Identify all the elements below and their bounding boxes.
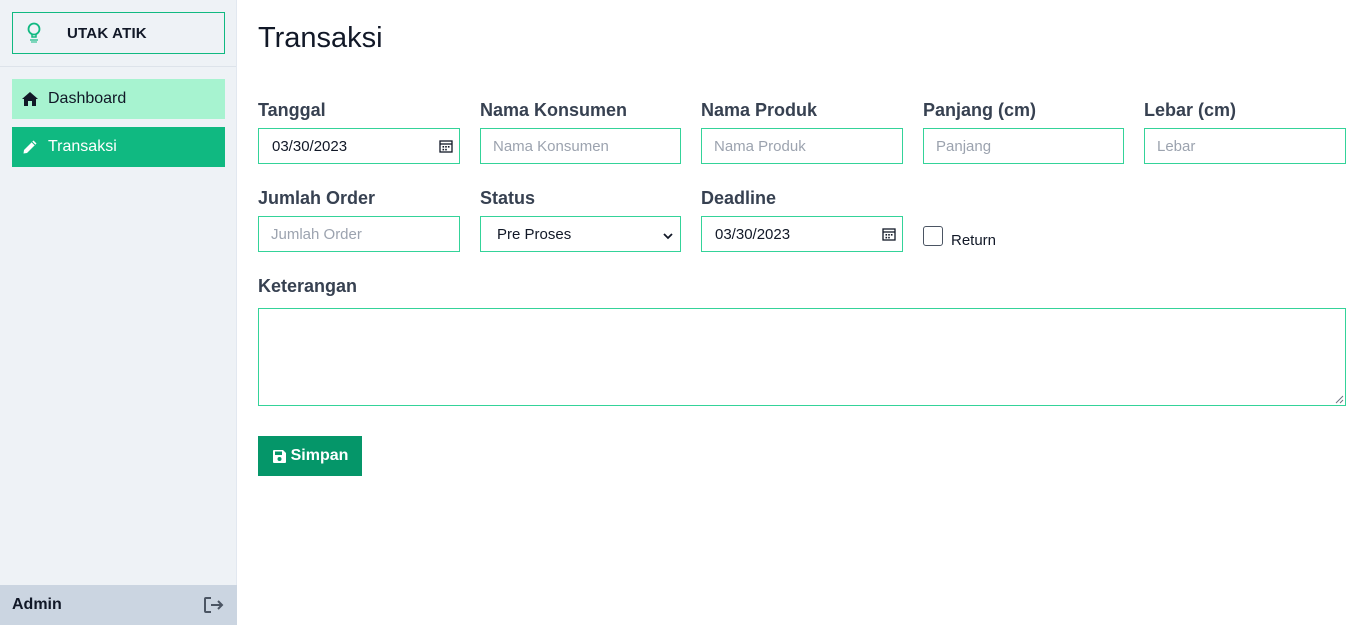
lebar-input[interactable] [1144, 128, 1346, 164]
deadline-date-input[interactable]: 03/30/2023 [701, 216, 903, 252]
jumlah-order-input[interactable] [258, 216, 460, 252]
sidebar-footer: Admin [0, 585, 237, 625]
main-content: Transaksi Tanggal Nama Konsumen Nama Pro… [258, 0, 1346, 625]
nama-konsumen-label: Nama Konsumen [480, 100, 628, 120]
save-button[interactable]: Simpan [258, 436, 362, 476]
return-checkbox[interactable] [923, 226, 943, 246]
sidebar-item-label: Dashboard [48, 90, 127, 107]
keterangan-textarea[interactable] [258, 308, 1346, 406]
lebar-label: Lebar (cm) [1144, 100, 1237, 120]
tanggal-date-input[interactable]: 03/30/2023 [258, 128, 460, 164]
logout-icon[interactable] [203, 596, 225, 614]
deadline-label: Deadline [701, 188, 777, 208]
page-title: Transaksi [258, 22, 383, 54]
sidebar-item-transaksi[interactable]: Transaksi [12, 127, 225, 167]
pencil-icon [20, 137, 40, 157]
return-label: Return [951, 232, 997, 249]
brand[interactable]: UTAK ATIK [12, 12, 225, 54]
nama-konsumen-input[interactable] [480, 128, 681, 164]
nama-produk-input[interactable] [701, 128, 903, 164]
jumlah-order-label: Jumlah Order [258, 188, 376, 208]
home-icon [20, 89, 40, 109]
status-label: Status [480, 188, 536, 208]
resize-handle-icon[interactable] [1335, 395, 1344, 404]
panjang-label: Panjang (cm) [923, 100, 1037, 120]
sidebar: UTAK ATIK Dashboard Transaksi Admin [0, 0, 237, 625]
user-name: Admin [12, 596, 62, 613]
deadline-value: 03/30/2023 [715, 225, 791, 243]
sidebar-item-label: Transaksi [48, 138, 117, 155]
save-button-label: Simpan [290, 447, 349, 464]
brand-name: UTAK ATIK [67, 24, 147, 42]
nama-produk-label: Nama Produk [701, 100, 818, 120]
save-icon [272, 449, 287, 464]
lightbulb-icon [25, 22, 43, 44]
status-selected-value: Pre Proses [497, 225, 572, 243]
status-select[interactable]: Pre Proses [480, 216, 681, 252]
tanggal-label: Tanggal [258, 100, 326, 120]
sidebar-item-dashboard[interactable]: Dashboard [12, 79, 225, 119]
calendar-icon[interactable] [882, 227, 896, 241]
keterangan-label: Keterangan [258, 276, 358, 296]
panjang-input[interactable] [923, 128, 1124, 164]
calendar-icon[interactable] [439, 139, 453, 153]
sidebar-divider [0, 66, 236, 67]
tanggal-value: 03/30/2023 [272, 137, 348, 155]
chevron-down-icon [662, 229, 674, 241]
